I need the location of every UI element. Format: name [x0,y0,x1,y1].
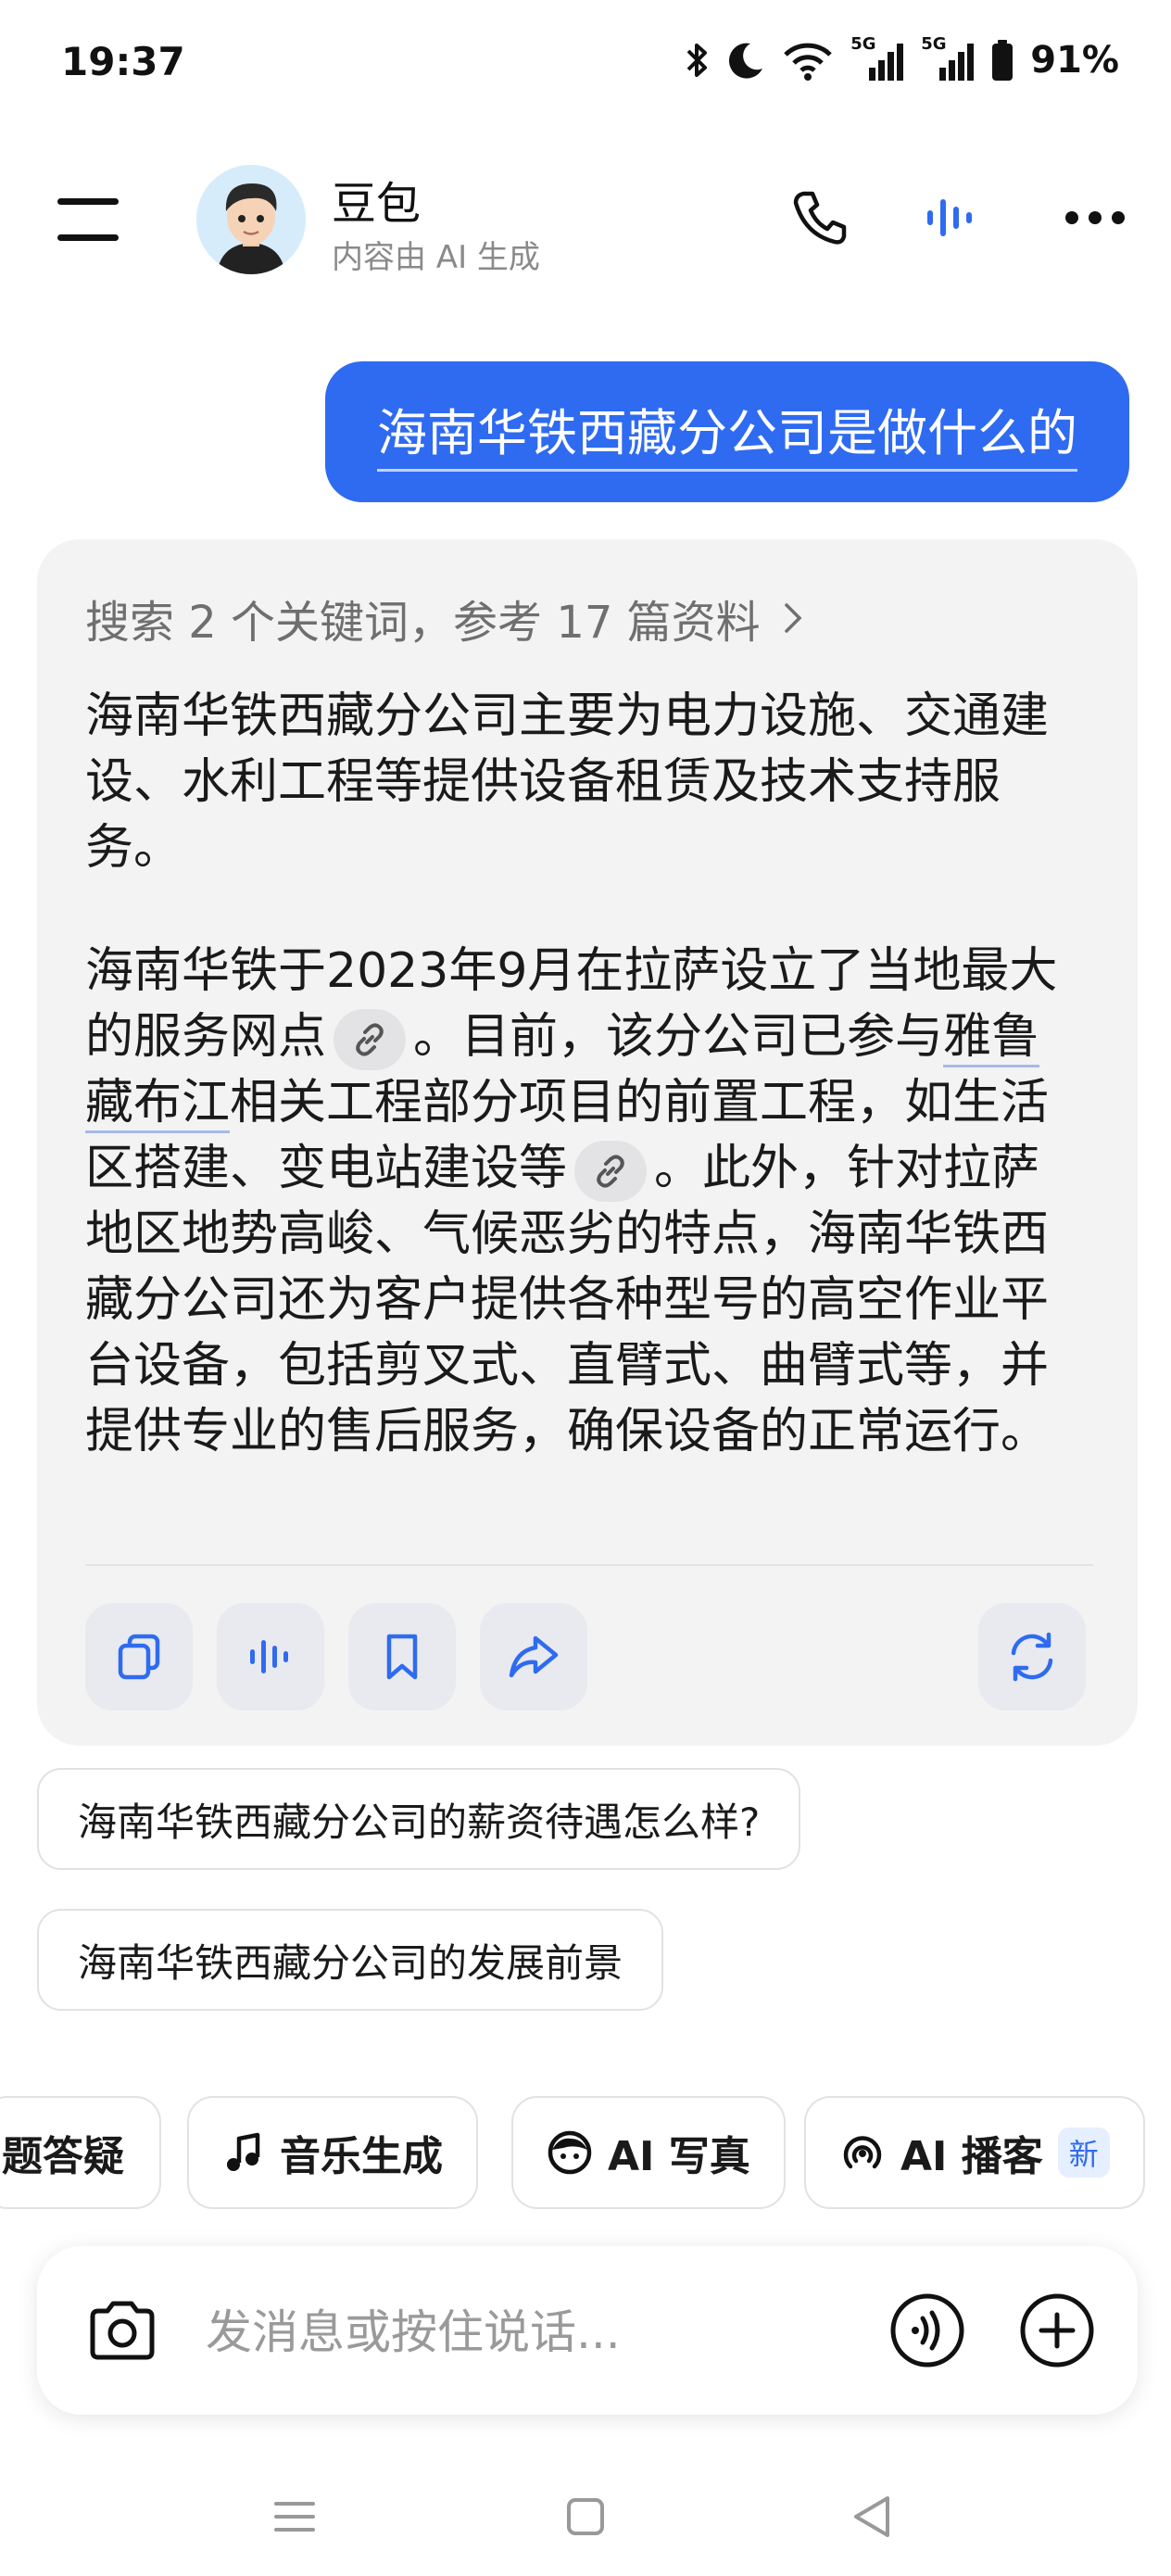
status-time: 19:37 [61,39,185,84]
battery-icon [991,40,1014,81]
back-nav-icon[interactable] [845,2489,900,2544]
user-message-text: 海南华铁西藏分公司是做什么的 [377,392,1077,472]
battery-percent: 91% [1030,39,1119,82]
share-button[interactable] [480,1603,587,1711]
wifi-icon [782,40,834,81]
copy-icon [118,1634,160,1680]
search-sources-row[interactable]: 搜索 2 个关键词，参考 17 篇资料 [85,586,803,650]
home-nav-icon[interactable] [558,2489,613,2544]
regenerate-button[interactable] [978,1603,1086,1711]
bluetooth-icon [686,40,710,81]
answer-paragraph-1: 海南华铁西藏分公司主要为电力设施、交通建设、水利工程等提供设备租赁及技术支持服务… [85,688,1050,876]
chevron-right-icon [784,603,802,633]
avatar[interactable] [196,165,306,274]
skill-chip-music[interactable]: 音乐生成 [187,2096,478,2209]
podcast-icon [843,2136,882,2169]
voice-wave-icon[interactable] [919,185,984,250]
voice-mode-icon [890,2293,964,2368]
chat-title: 豆包 [332,178,422,230]
skill-chip-podcast[interactable]: AI 播客 新 [804,2096,1145,2209]
face-icon [548,2130,592,2175]
message-input[interactable] [204,2287,856,2378]
citation-link-icon[interactable] [574,1141,648,1202]
skill-label: 音乐生成 [280,2133,443,2180]
new-badge: 新 [1057,2128,1110,2178]
plus-icon [1020,2293,1094,2368]
citation-link-icon[interactable] [334,1009,407,1070]
suggested-question[interactable]: 海南华铁西藏分公司的发展前景 [37,1909,664,2011]
read-aloud-button[interactable] [217,1603,324,1711]
ai-answer: 海南华铁西藏分公司主要为电力设施、交通建设、水利工程等提供设备租赁及技术支持服务… [85,684,1086,1465]
skill-label: 题答疑 [2,2133,124,2180]
skill-label: AI 播客 [900,2133,1043,2180]
skill-chip-qa[interactable]: 题答疑 [0,2096,161,2209]
music-note-icon [227,2132,260,2171]
voice-call-button[interactable] [886,2289,969,2372]
skill-chip-photo[interactable]: AI 写真 [511,2096,786,2209]
answer-paragraph-2: 海南华铁于2023年9月在拉萨设立了当地最大的服务网点 。目前，该分公司已参与雅鲁… [85,943,1058,1459]
bookmark-button[interactable] [348,1603,456,1711]
camera-icon[interactable] [83,2292,161,2370]
divider [85,1564,1093,1566]
recents-nav-icon[interactable] [267,2489,322,2544]
share-icon [509,1635,559,1678]
phone-icon[interactable] [787,185,852,250]
menu-icon[interactable] [57,198,119,241]
refresh-icon [1011,1632,1053,1682]
copy-button[interactable] [85,1603,193,1711]
status-icons: 5G 5G 91% [686,34,1119,82]
suggested-question[interactable]: 海南华铁西藏分公司的薪资待遇怎么样? [37,1768,801,1870]
chat-subtitle: 内容由 AI 生成 [332,239,540,276]
search-summary: 搜索 2 个关键词，参考 17 篇资料 [85,597,761,649]
cellular-1-icon: 5G [850,34,904,81]
voice-wave-icon [250,1640,288,1673]
skill-label: AI 写真 [608,2133,750,2180]
moon-icon [726,41,765,80]
cellular-2-icon: 5G [921,34,975,81]
user-message-bubble[interactable]: 海南华铁西藏分公司是做什么的 [325,361,1129,502]
add-button[interactable] [1015,2289,1099,2372]
bookmark-icon [386,1634,418,1680]
more-icon[interactable] [1058,185,1132,250]
